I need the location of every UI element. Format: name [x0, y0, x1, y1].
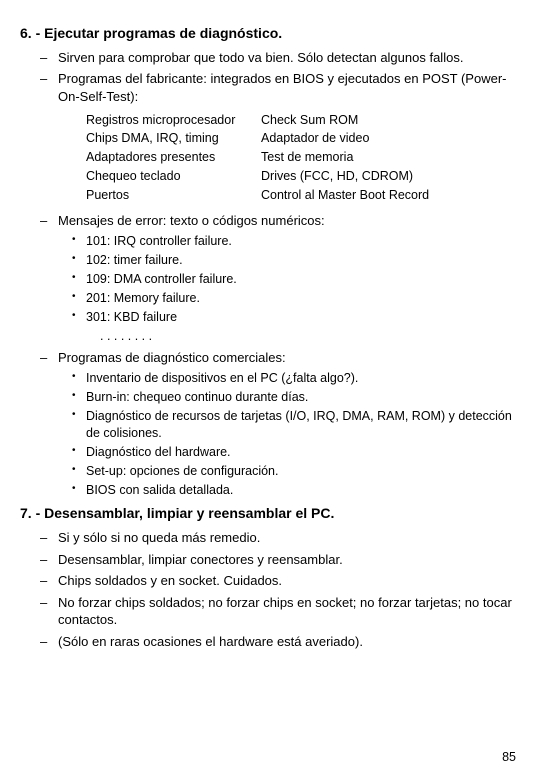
bullet-text: Programas de diagnóstico comerciales:: [58, 349, 520, 367]
ellipsis: . . . . . . . .: [86, 328, 520, 345]
section-7-heading: 7. - Desensamblar, limpiar y reensamblar…: [20, 504, 520, 523]
list-item: Burn-in: chequeo continuo durante días.: [86, 389, 520, 406]
post-item: Drives (FCC, HD, CDROM): [261, 168, 461, 185]
post-item: Chips DMA, IRQ, timing: [86, 130, 261, 147]
post-item: Chequeo teclado: [86, 168, 261, 185]
commercial-list: Inventario de dispositivos en el PC (¿fa…: [58, 370, 520, 498]
list-item: Diagnóstico del hardware.: [86, 444, 520, 461]
page-number: 85: [502, 749, 516, 766]
bullet-text: Programas del fabricante: integrados en …: [58, 70, 520, 105]
list-item: 101: IRQ controller failure.: [86, 233, 520, 250]
bullet-text: Sirven para comprobar que todo va bien. …: [58, 49, 520, 67]
post-item: Adaptadores presentes: [86, 149, 261, 166]
post-item: Puertos: [86, 187, 261, 204]
section-7-list: Si y sólo si no queda más remedio. Desen…: [20, 529, 520, 650]
list-item: 301: KBD failure: [86, 309, 520, 326]
list-item: Inventario de dispositivos en el PC (¿fa…: [86, 370, 520, 387]
section-6-list: Sirven para comprobar que todo va bien. …: [20, 49, 520, 498]
post-item: Adaptador de video: [261, 130, 461, 147]
list-item: 109: DMA controller failure.: [86, 271, 520, 288]
bullet-text: (Sólo en raras ocasiones el hardware est…: [58, 633, 520, 651]
bullet-text: Chips soldados y en socket. Cuidados.: [58, 572, 520, 590]
list-item: 102: timer failure.: [86, 252, 520, 269]
list-item: BIOS con salida detallada.: [86, 482, 520, 499]
list-item: Set-up: opciones de configuración.: [86, 463, 520, 480]
post-item: Control al Master Boot Record: [261, 187, 461, 204]
error-list: 101: IRQ controller failure. 102: timer …: [58, 233, 520, 344]
post-col-left: Registros microprocesador Chips DMA, IRQ…: [86, 110, 261, 206]
list-item: 201: Memory failure.: [86, 290, 520, 307]
bullet-text: Mensajes de error: texto o códigos numér…: [58, 212, 520, 230]
post-col-right: Check Sum ROM Adaptador de video Test de…: [261, 110, 461, 206]
post-item: Registros microprocesador: [86, 112, 261, 129]
bullet-text: Desensamblar, limpiar conectores y reens…: [58, 551, 520, 569]
bullet-text: No forzar chips soldados; no forzar chip…: [58, 594, 520, 629]
bullet-text: Si y sólo si no queda más remedio.: [58, 529, 520, 547]
list-item: Diagnóstico de recursos de tarjetas (I/O…: [86, 408, 520, 442]
post-columns: Registros microprocesador Chips DMA, IRQ…: [58, 110, 520, 206]
section-6-heading: 6. - Ejecutar programas de diagnóstico.: [20, 24, 520, 43]
post-item: Test de memoria: [261, 149, 461, 166]
post-item: Check Sum ROM: [261, 112, 461, 129]
